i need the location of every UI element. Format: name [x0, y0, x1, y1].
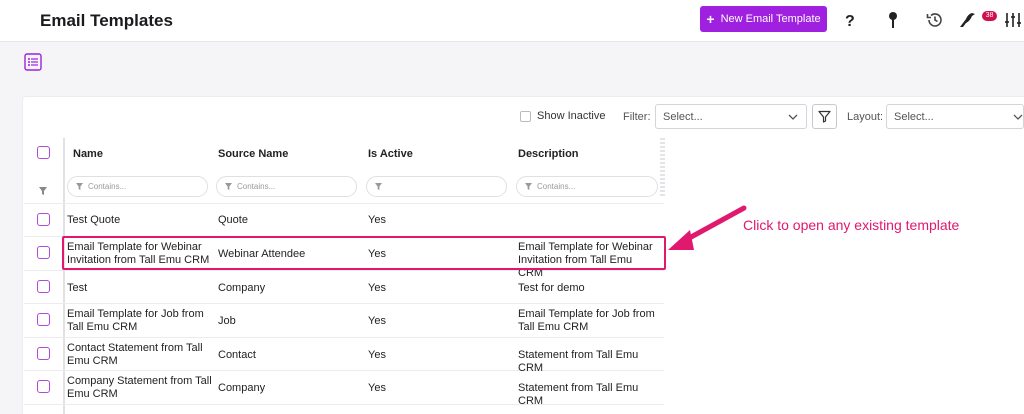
cell-source: Job — [218, 315, 236, 327]
funnel-icon — [375, 183, 382, 190]
layout-label: Layout: — [847, 111, 884, 123]
cell-description: Email Template for Job from Tall Emu CRM — [518, 308, 655, 333]
row-checkbox[interactable] — [37, 280, 50, 293]
filter-select[interactable]: Select... — [655, 104, 807, 129]
layout-select[interactable]: Select... — [886, 104, 1024, 129]
cell-source: Contact — [218, 349, 256, 361]
cell-description: Statement from Tall Emu CRM — [518, 382, 639, 407]
cell-description: Statement from Tall Emu CRM — [518, 349, 639, 374]
cell-active: Yes — [368, 349, 386, 361]
row-divider — [24, 337, 664, 338]
layout-select-value: Select... — [894, 110, 934, 123]
source-filter-input[interactable]: Contains... — [216, 176, 357, 197]
pin-icon[interactable] — [883, 10, 903, 30]
name-filter-input[interactable]: Contains... — [67, 176, 208, 197]
cell-active: Yes — [368, 315, 386, 327]
row-filter-funnel-icon — [39, 182, 47, 200]
funnel-icon — [76, 183, 83, 190]
list-view-icon[interactable] — [24, 53, 42, 71]
cell-name[interactable]: Test Quote — [67, 214, 120, 227]
svg-text:?: ? — [845, 13, 855, 28]
show-inactive-toggle[interactable]: Show Inactive — [520, 110, 605, 122]
column-header-source-name[interactable]: Source Name — [218, 148, 288, 160]
source-filter-placeholder: Contains... — [237, 182, 276, 191]
cell-source: Company — [218, 382, 266, 394]
cell-active: Yes — [368, 282, 386, 294]
settings-sliders-icon[interactable] — [1003, 10, 1023, 30]
funnel-icon — [525, 183, 532, 190]
description-filter-input[interactable]: Contains... — [516, 176, 658, 197]
chevron-down-icon — [788, 114, 798, 120]
filter-label: Filter: — [623, 111, 651, 123]
emu-notifications-icon[interactable] — [958, 10, 978, 30]
cell-source: Company — [218, 282, 266, 294]
name-filter-placeholder: Contains... — [88, 182, 127, 191]
new-email-template-button[interactable]: + New Email Template — [700, 6, 827, 32]
row-checkbox[interactable] — [37, 313, 50, 326]
notification-badge: 38 — [982, 11, 997, 21]
cell-active: Yes — [368, 382, 386, 394]
column-divider — [63, 138, 65, 414]
history-icon[interactable] — [925, 10, 945, 30]
help-icon[interactable]: ? — [840, 10, 860, 30]
cell-description: Test for demo — [518, 282, 585, 294]
column-resize-handle[interactable] — [660, 138, 665, 198]
top-bar: Email Templates + New Email Template ? 3… — [0, 0, 1024, 42]
funnel-icon — [225, 183, 232, 190]
cell-name[interactable]: Test — [67, 282, 87, 295]
row-divider — [24, 303, 664, 304]
filter-select-value: Select... — [663, 110, 703, 123]
column-header-is-active[interactable]: Is Active — [368, 148, 413, 160]
active-filter-input[interactable] — [366, 176, 507, 197]
new-email-template-label: New Email Template — [720, 13, 821, 25]
show-inactive-label: Show Inactive — [537, 110, 606, 122]
description-filter-placeholder: Contains... — [537, 182, 576, 191]
annotation-arrow-icon — [668, 205, 747, 250]
highlighted-row-outline — [62, 236, 666, 270]
show-inactive-checkbox[interactable] — [520, 110, 531, 122]
annotation-text: Click to open any existing template — [743, 217, 960, 233]
cell-active: Yes — [368, 214, 386, 226]
cell-name[interactable]: Email Template for Job from Tall Emu CRM — [67, 308, 212, 334]
column-header-description[interactable]: Description — [518, 148, 579, 160]
page-title: Email Templates — [40, 11, 173, 30]
row-checkbox[interactable] — [37, 347, 50, 360]
chevron-down-icon — [1013, 114, 1023, 120]
cell-name[interactable]: Contact Statement from Tall Emu CRM — [67, 342, 212, 368]
row-checkbox[interactable] — [37, 213, 50, 226]
column-header-name[interactable]: Name — [73, 148, 103, 160]
row-checkbox[interactable] — [37, 380, 50, 393]
filter-button[interactable] — [812, 104, 837, 129]
row-divider — [24, 203, 664, 204]
funnel-icon — [818, 110, 831, 123]
cell-source: Quote — [218, 214, 248, 226]
cell-name[interactable]: Company Statement from Tall Emu CRM — [67, 375, 212, 401]
select-all-checkbox[interactable] — [37, 146, 50, 159]
row-checkbox[interactable] — [37, 246, 50, 259]
plus-icon: + — [706, 11, 715, 27]
